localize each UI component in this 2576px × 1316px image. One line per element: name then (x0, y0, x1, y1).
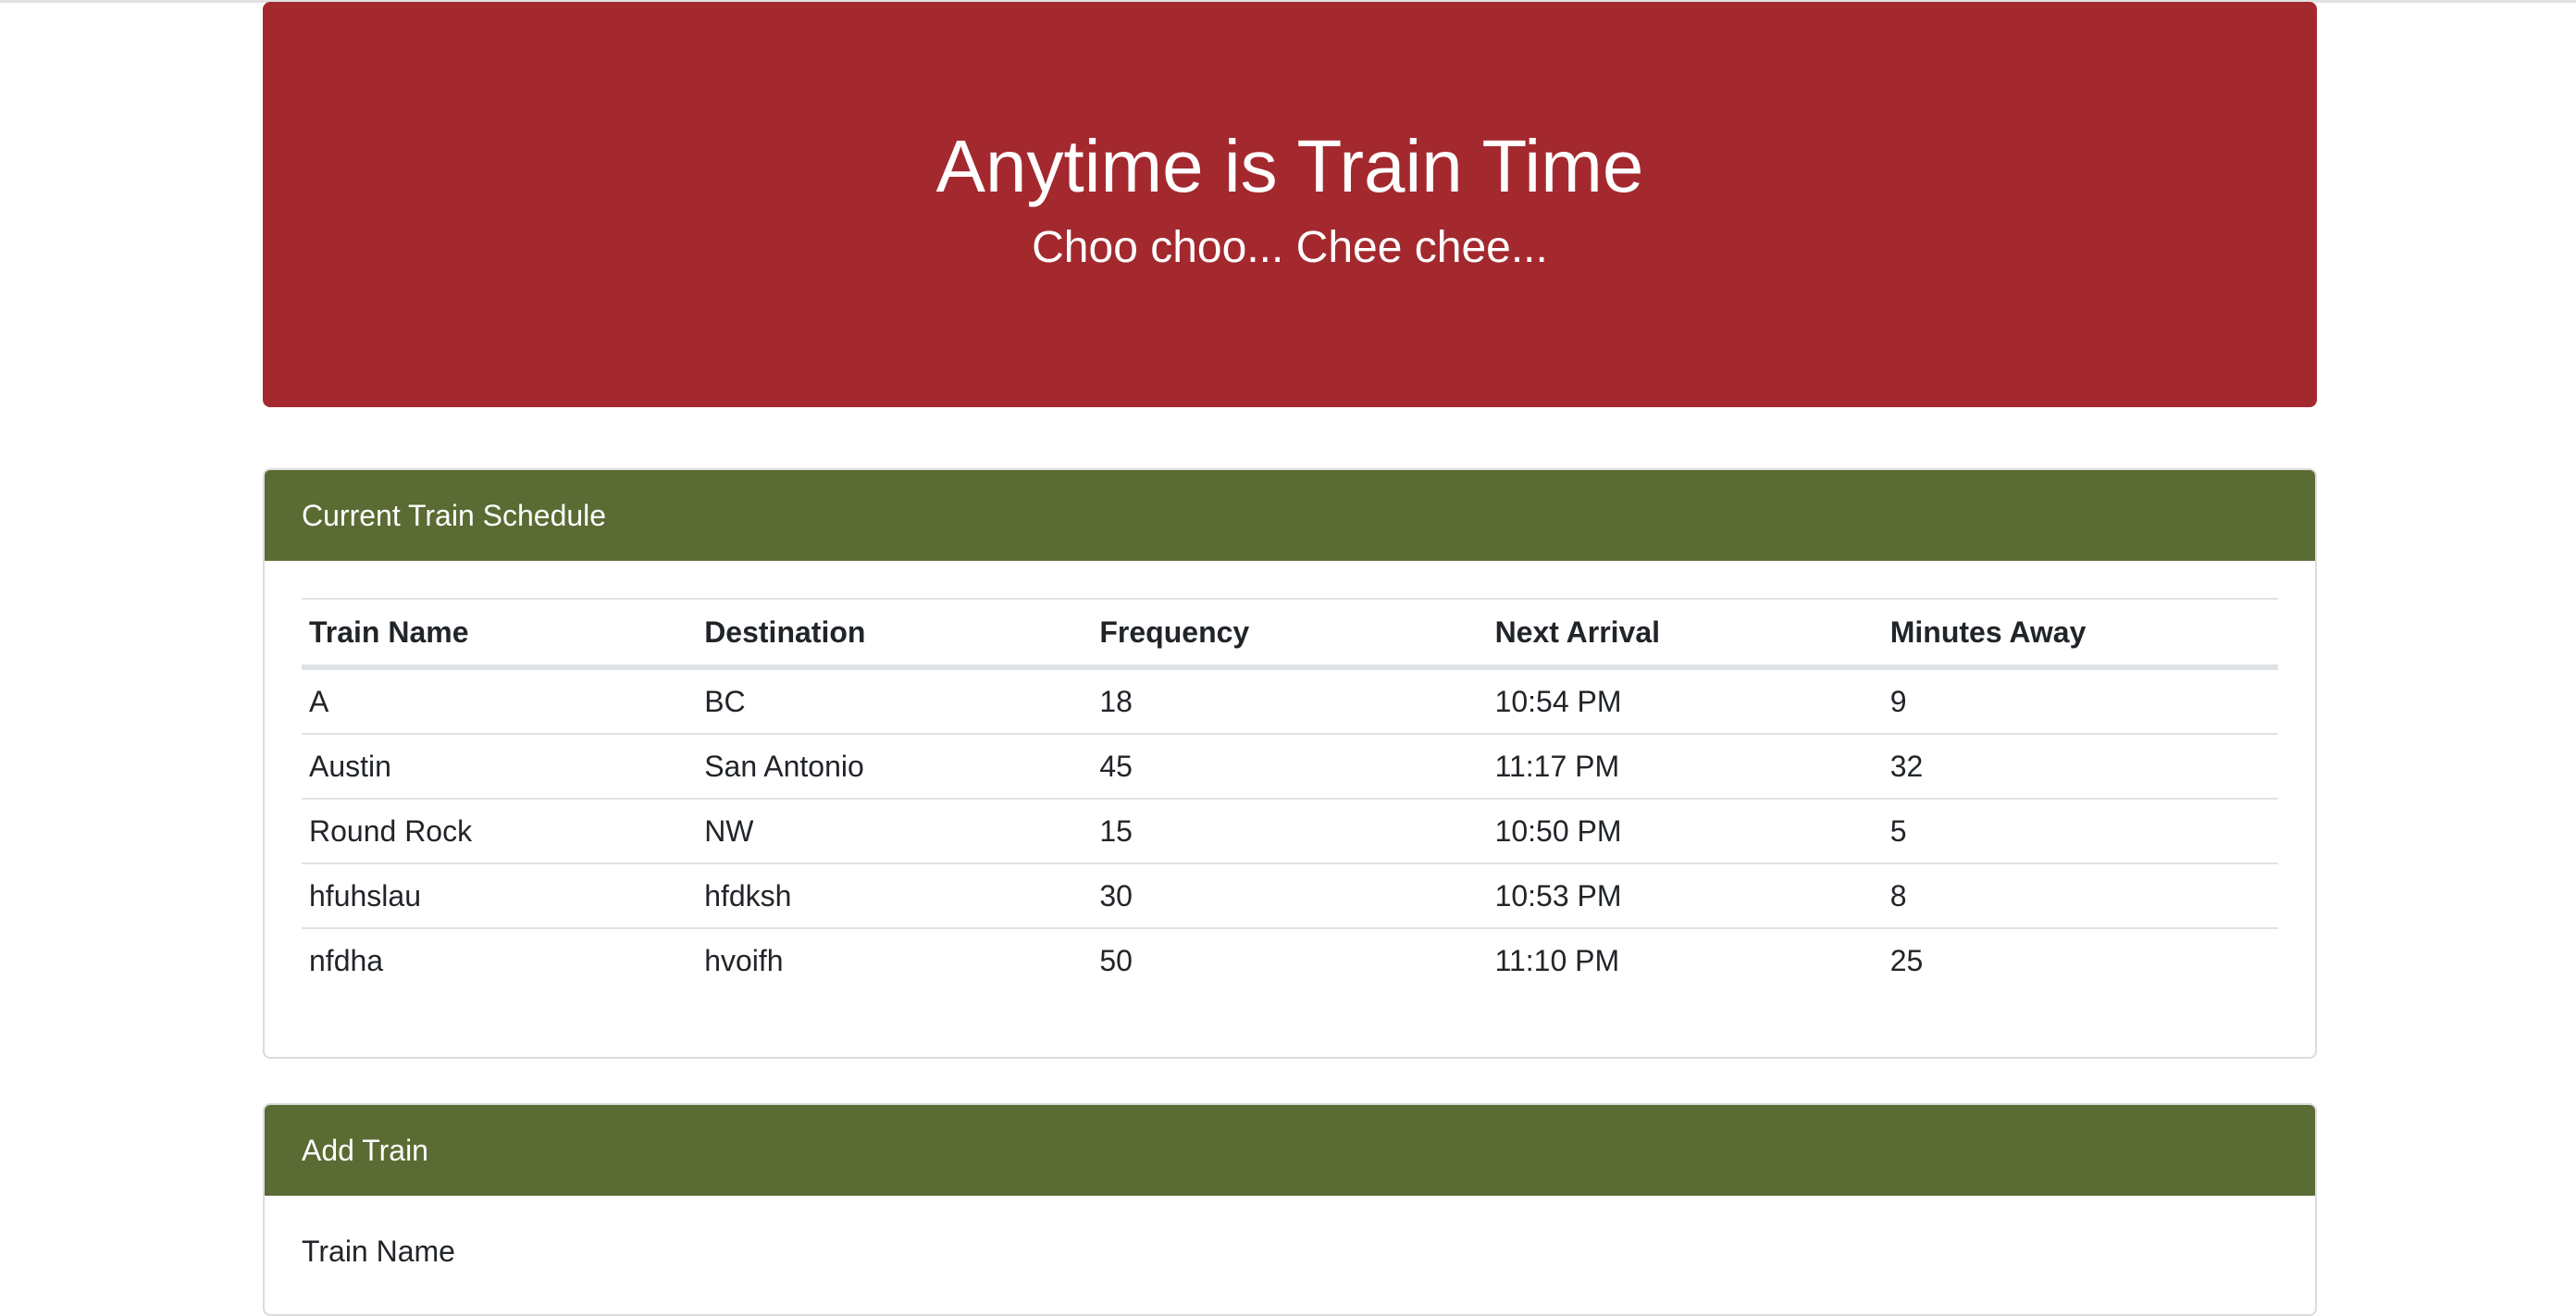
table-row: nfdha hvoifh 50 11:10 PM 25 (302, 927, 2278, 992)
cell-minutes-away: 32 (1882, 733, 2278, 799)
jumbotron: Anytime is Train Time Choo choo... Chee … (263, 2, 2317, 407)
cell-train-name: hfuhslau (302, 863, 698, 928)
cell-next-arrival: 10:50 PM (1487, 798, 1883, 863)
schedule-card-header: Current Train Schedule (265, 470, 2315, 561)
cell-destination: hfdksh (697, 863, 1093, 928)
cell-minutes-away: 5 (1882, 798, 2278, 863)
cell-frequency: 15 (1092, 798, 1488, 863)
table-header-row: Train Name Destination Frequency Next Ar… (302, 599, 2278, 670)
cell-minutes-away: 25 (1882, 927, 2278, 992)
cell-train-name: A (309, 684, 329, 718)
cell-destination: hvoifh (697, 927, 1093, 992)
table-row: Round Rock NW 15 10:50 PM 5 (302, 798, 2278, 863)
table-row: A BC 18 10:54 PM 9 (302, 667, 2278, 734)
cell-next-arrival: 11:10 PM (1487, 927, 1883, 992)
cell-train-name: Austin (302, 733, 698, 799)
cell-destination: BC (704, 684, 746, 718)
cell-next-arrival: 10:54 PM (1494, 684, 1622, 718)
cell-destination: NW (697, 798, 1093, 863)
column-header-next-arrival: Next Arrival (1487, 599, 1883, 670)
cell-frequency: 30 (1092, 863, 1488, 928)
table-row: Austin San Antonio 45 11:17 PM 32 (302, 733, 2278, 799)
page-title: Anytime is Train Time (935, 125, 1644, 207)
train-name-label: Train Name (302, 1235, 455, 1268)
add-train-card-header: Add Train (265, 1105, 2315, 1196)
cell-next-arrival: 11:17 PM (1487, 733, 1883, 799)
column-header-train-name: Train Name (302, 599, 698, 670)
cell-destination: San Antonio (697, 733, 1093, 799)
cell-frequency: 18 (1099, 684, 1133, 718)
table-row: hfuhslau hfdksh 30 10:53 PM 8 (302, 863, 2278, 928)
cell-train-name: nfdha (302, 927, 698, 992)
schedule-card: Current Train Schedule Train Name Destin… (263, 468, 2317, 1059)
cell-minutes-away: 8 (1882, 863, 2278, 928)
column-header-destination: Destination (697, 599, 1093, 670)
schedule-table-wrap: Train Name Destination Frequency Next Ar… (302, 598, 2278, 992)
schedule-table: Train Name Destination Frequency Next Ar… (302, 598, 2278, 992)
add-train-card: Add Train Train Name (263, 1103, 2317, 1316)
cell-train-name: Round Rock (302, 798, 698, 863)
cell-frequency: 50 (1092, 927, 1488, 992)
column-header-minutes-away: Minutes Away (1882, 599, 2278, 670)
page-subtitle: Choo choo... Chee chee... (1032, 223, 1548, 272)
cell-frequency: 45 (1092, 733, 1488, 799)
cell-next-arrival: 10:53 PM (1487, 863, 1883, 928)
column-header-frequency: Frequency (1092, 599, 1488, 670)
cell-minutes-away: 9 (1889, 684, 1907, 718)
